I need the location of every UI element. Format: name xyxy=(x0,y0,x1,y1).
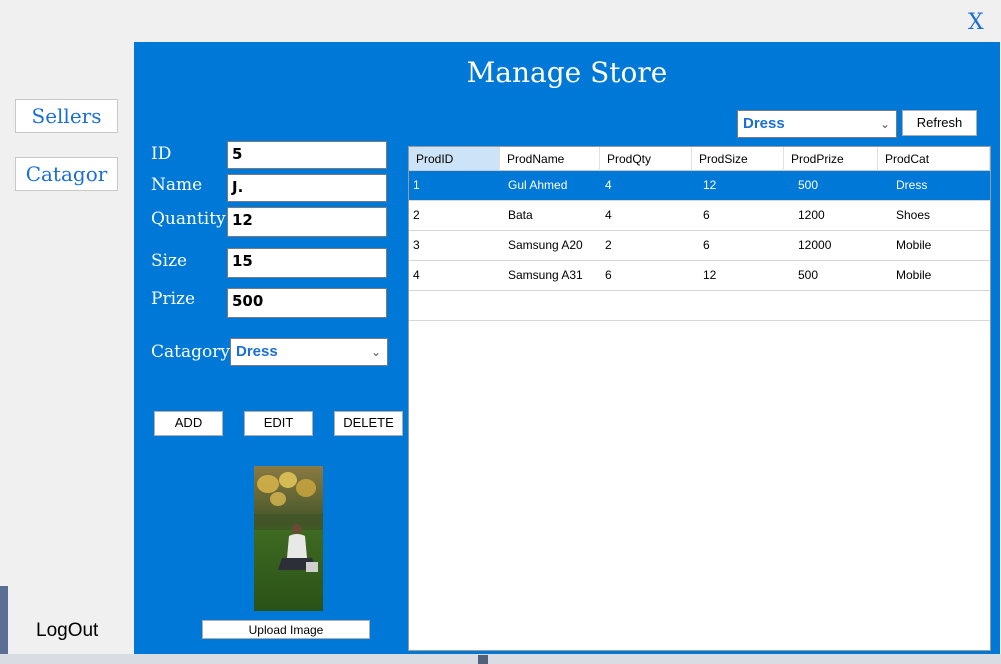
table-cell: Samsung A31 xyxy=(508,268,583,282)
prize-field[interactable]: 500 xyxy=(227,288,387,318)
table-cell: Bata xyxy=(508,208,533,222)
delete-button[interactable]: DELETE xyxy=(334,411,403,436)
bottom-scroll-handle[interactable] xyxy=(478,655,488,664)
quantity-label: Quantity xyxy=(151,209,226,229)
table-cell: 500 xyxy=(798,178,819,192)
chevron-down-icon: ⌄ xyxy=(370,345,381,359)
table-cell: Dress xyxy=(896,178,928,192)
name-label: Name xyxy=(151,175,203,195)
category-label: Catagory xyxy=(151,342,230,362)
column-header-prodcat[interactable]: ProdCat xyxy=(878,147,990,171)
table-row[interactable]: 4 Samsung A31 6 12 500 Mobile xyxy=(409,261,990,291)
column-header-prodprize[interactable]: ProdPrize xyxy=(784,147,878,171)
table-cell: Samsung A20 xyxy=(508,238,583,252)
categories-button[interactable]: Catagor xyxy=(15,157,118,191)
upload-image-button[interactable]: Upload Image xyxy=(202,620,370,639)
table-cell: 1200 xyxy=(798,208,825,222)
products-table[interactable]: ProdID ProdName ProdQty ProdSize ProdPri… xyxy=(408,146,991,651)
table-row[interactable]: 2 Bata 4 6 1200 Shoes xyxy=(409,201,990,231)
add-button[interactable]: ADD xyxy=(154,411,223,436)
product-image xyxy=(254,466,323,611)
column-header-prodid[interactable]: ProdID xyxy=(409,147,500,171)
table-cell: 6 xyxy=(703,238,710,252)
quantity-field[interactable]: 12 xyxy=(227,207,387,237)
category-select[interactable]: Dress ⌄ xyxy=(230,338,388,366)
table-cell: 3 xyxy=(413,238,420,252)
sellers-button[interactable]: Sellers xyxy=(15,99,118,133)
edit-button[interactable]: EDIT xyxy=(244,411,313,436)
table-cell: 12 xyxy=(703,268,717,282)
table-cell: 4 xyxy=(413,268,420,282)
table-cell: 2 xyxy=(605,238,612,252)
bottom-scroll-strip xyxy=(0,654,1001,664)
id-label: ID xyxy=(151,144,172,164)
table-cell: 12000 xyxy=(798,238,832,252)
column-header-prodname[interactable]: ProdName xyxy=(500,147,600,171)
table-cell: Mobile xyxy=(896,238,932,252)
size-label: Size xyxy=(151,251,188,271)
table-cell: Mobile xyxy=(896,268,932,282)
manage-store-panel: Manage Store ID Name Quantity Size Prize… xyxy=(134,42,1000,654)
refresh-button[interactable]: Refresh xyxy=(902,110,977,136)
chevron-down-icon: ⌄ xyxy=(879,117,890,131)
size-field[interactable]: 15 xyxy=(227,248,387,278)
table-new-row[interactable] xyxy=(409,291,990,321)
table-cell: 4 xyxy=(605,178,612,192)
table-cell: 1 xyxy=(413,178,420,192)
table-row[interactable]: 1 Gul Ahmed 4 12 500 Dress xyxy=(409,171,990,201)
close-button[interactable]: X xyxy=(968,10,984,35)
page-title: Manage Store xyxy=(466,56,668,89)
logout-button[interactable]: LogOut xyxy=(36,620,98,642)
table-cell: 12 xyxy=(703,178,717,192)
table-cell: 500 xyxy=(798,268,819,282)
table-cell: 2 xyxy=(413,208,420,222)
table-cell: Shoes xyxy=(896,208,931,222)
prize-label: Prize xyxy=(151,289,196,309)
name-field[interactable]: J. xyxy=(227,174,387,202)
product-photo-graphic xyxy=(254,466,323,611)
background-window-edge xyxy=(0,586,8,664)
table-cell: 4 xyxy=(605,208,612,222)
column-header-prodsize[interactable]: ProdSize xyxy=(692,147,784,171)
table-cell: 6 xyxy=(605,268,612,282)
table-cell: Gul Ahmed xyxy=(508,178,568,192)
table-cell: 6 xyxy=(703,208,710,222)
filter-category-select[interactable]: Dress ⌄ xyxy=(737,110,897,138)
filter-select-value: Dress xyxy=(743,115,785,132)
id-field[interactable]: 5 xyxy=(227,141,387,169)
category-select-value: Dress xyxy=(236,343,278,360)
column-header-prodqty[interactable]: ProdQty xyxy=(600,147,692,171)
table-row[interactable]: 3 Samsung A20 2 6 12000 Mobile xyxy=(409,231,990,261)
